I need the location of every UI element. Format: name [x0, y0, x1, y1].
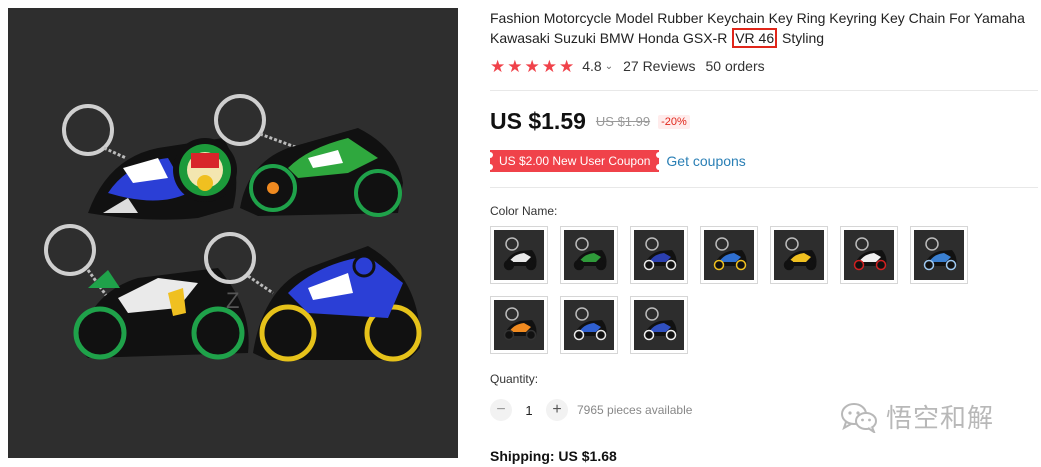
price-row: US $1.59 US $1.99 -20%	[490, 108, 690, 135]
keychain-thumb-image	[634, 300, 684, 350]
color-swatch[interactable]	[630, 296, 688, 354]
product-title: Fashion Motorcycle Model Rubber Keychain…	[490, 8, 1038, 48]
color-swatch[interactable]	[910, 226, 968, 284]
watermark: 悟空和解	[840, 398, 994, 435]
swatch-thumbnail	[634, 230, 684, 280]
color-name-label: Color Name:	[490, 204, 558, 218]
swatch-thumbnail	[564, 230, 614, 280]
quantity-stepper: − 1 + 7965 pieces available	[490, 399, 692, 421]
keychain-thumb-image	[634, 230, 684, 280]
keychain-photo: Z	[8, 8, 458, 458]
color-swatch[interactable]	[770, 226, 828, 284]
swatch-thumbnail	[774, 230, 824, 280]
star-icon: ★	[559, 56, 575, 76]
current-price: US $1.59	[490, 108, 586, 134]
swatch-thumbnail	[634, 300, 684, 350]
color-swatch[interactable]	[490, 226, 548, 284]
keychain-thumb-image	[774, 230, 824, 280]
quantity-label: Quantity:	[490, 372, 539, 386]
reviews-link[interactable]: 27 Reviews	[623, 58, 695, 74]
discount-badge: -20%	[658, 114, 690, 129]
color-swatch[interactable]	[700, 226, 758, 284]
chevron-down-icon[interactable]: ⌄	[605, 61, 613, 72]
title-text-end: Styling	[778, 30, 825, 46]
watermark-text: 悟空和解	[886, 403, 995, 433]
swatch-thumbnail	[914, 230, 964, 280]
swatch-thumbnail	[494, 300, 544, 350]
original-price: US $1.99	[595, 114, 651, 129]
quantity-minus-button[interactable]: −	[490, 399, 512, 421]
rating-row: ★ ★ ★ ★ ★ 4.8 ⌄ 27 Reviews 50 orders	[490, 56, 765, 76]
rating-stars: ★ ★ ★ ★ ★	[490, 58, 574, 75]
color-swatch[interactable]	[840, 226, 898, 284]
shipping-price: Shipping: US $1.68	[490, 448, 617, 464]
star-icon: ★	[541, 56, 557, 76]
image-watermark-letter: Z	[226, 288, 239, 313]
color-swatch[interactable]	[560, 226, 618, 284]
keychain-thumb-image	[844, 230, 894, 280]
color-swatch[interactable]	[630, 226, 688, 284]
quantity-plus-button[interactable]: +	[546, 399, 568, 421]
available-stock: 7965 pieces available	[577, 403, 693, 417]
divider	[490, 187, 1038, 188]
title-highlight: VR 46	[732, 28, 778, 48]
swatch-thumbnail	[704, 230, 754, 280]
color-swatch[interactable]	[560, 296, 618, 354]
star-icon: ★	[490, 56, 506, 76]
swatch-thumbnail	[844, 230, 894, 280]
keychain-thumb-image	[704, 230, 754, 280]
quantity-value[interactable]: 1	[512, 403, 546, 418]
wechat-icon	[841, 402, 877, 433]
coupon-row: US $2.00 New User Coupon Get coupons	[486, 150, 746, 172]
swatch-thumbnail	[564, 300, 614, 350]
product-info-panel: Fashion Motorcycle Model Rubber Keychain…	[486, 0, 1038, 467]
coupon-label: US $2.00 New User Coupon	[499, 154, 651, 168]
main-product-image[interactable]: Z	[8, 8, 458, 458]
get-coupons-link[interactable]: Get coupons	[666, 153, 745, 169]
new-user-coupon[interactable]: US $2.00 New User Coupon	[486, 150, 663, 172]
color-swatch[interactable]	[490, 296, 548, 354]
rating-value[interactable]: 4.8	[582, 58, 601, 74]
keychain-thumb-image	[494, 230, 544, 280]
star-icon: ★	[507, 56, 523, 76]
star-icon: ★	[524, 56, 540, 76]
swatch-thumbnail	[494, 230, 544, 280]
keychain-thumb-image	[494, 300, 544, 350]
divider	[490, 90, 1038, 91]
keychain-thumb-image	[564, 300, 614, 350]
orders-count: 50 orders	[705, 58, 765, 74]
keychain-thumb-image	[564, 230, 614, 280]
keychain-thumb-image	[914, 230, 964, 280]
